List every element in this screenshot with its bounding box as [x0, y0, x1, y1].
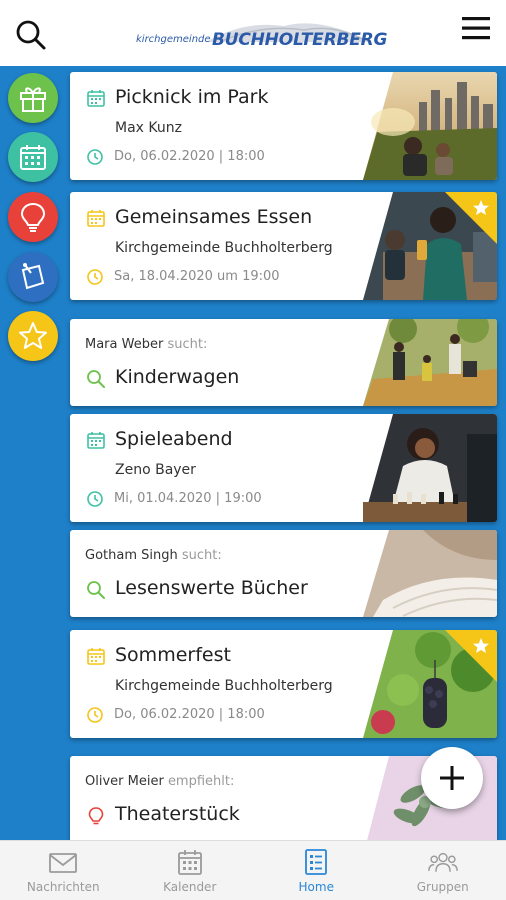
calendar-icon [87, 432, 105, 449]
event-image-park [363, 72, 497, 180]
event-title: Picknick im Park [115, 86, 269, 108]
add-fab-button[interactable] [421, 747, 483, 809]
sidebar-calendar-button[interactable] [8, 132, 58, 182]
event-organizer: Kirchgemeinde Buchholterberg [115, 240, 333, 256]
clock-icon [87, 707, 103, 723]
hamburger-menu-icon[interactable] [460, 14, 492, 42]
tab-nachrichten[interactable]: Nachrichten [0, 841, 127, 900]
search-title: Lesenswerte Bücher [115, 577, 308, 599]
app-header: kirchgemeinde BUCHHOLTERBERG [0, 0, 506, 66]
search-card[interactable]: Gotham Singh sucht: Lesenswerte Bücher [70, 530, 497, 617]
event-card[interactable]: Spieleabend Zeno Bayer Mi, 01.04.2020 | … [70, 414, 497, 522]
calendar-icon [87, 648, 105, 665]
search-icon [87, 370, 105, 388]
lightbulb-icon [20, 202, 46, 232]
sidebar-note-button[interactable] [8, 252, 58, 302]
search-title: Kinderwagen [115, 366, 240, 388]
gift-icon [20, 87, 46, 112]
app-logo: kirchgemeinde BUCHHOLTERBERG [134, 16, 387, 54]
calendar-icon [87, 90, 105, 107]
search-person-line: Gotham Singh sucht: [85, 548, 222, 563]
search-verb: sucht: [181, 548, 222, 563]
calendar-icon [177, 850, 202, 875]
tab-home[interactable]: Home [253, 841, 380, 900]
event-image-chess [363, 414, 497, 522]
person-name: Mara Weber [85, 337, 164, 352]
event-title: Sommerfest [115, 644, 231, 666]
event-organizer: Max Kunz [115, 120, 182, 136]
event-date: Do, 06.02.2020 | 18:00 [114, 149, 265, 164]
group-icon [427, 852, 458, 872]
search-person-line: Mara Weber sucht: [85, 337, 207, 352]
event-title: Gemeinsames Essen [115, 206, 313, 228]
event-date: Do, 06.02.2020 | 18:00 [114, 707, 265, 722]
tab-label: Gruppen [416, 880, 469, 894]
list-icon [305, 849, 328, 875]
tab-label: Nachrichten [26, 880, 100, 894]
event-date: Sa, 18.04.2020 um 19:00 [114, 269, 280, 284]
event-card[interactable]: Gemeinsames Essen Kirchgemeinde Buchholt… [70, 192, 497, 300]
bottom-tab-bar: Nachrichten Kalender Home Gruppen [0, 840, 506, 900]
person-name: Gotham Singh [85, 548, 178, 563]
event-date: Mi, 01.04.2020 | 19:00 [114, 491, 262, 506]
search-icon [87, 581, 105, 599]
sticky-note-icon [21, 263, 45, 290]
calendar-icon [87, 210, 105, 227]
home-feed: Picknick im Park Max Kunz Do, 06.02.2020… [0, 66, 506, 840]
plus-icon [440, 766, 464, 790]
logo-small-text: kirchgemeinde [136, 34, 211, 45]
event-title: Spieleabend [115, 428, 233, 450]
search-image-family [363, 319, 497, 406]
clock-icon [87, 149, 103, 165]
tab-gruppen[interactable]: Gruppen [380, 841, 506, 900]
search-icon[interactable] [14, 18, 48, 52]
sidebar-idea-button[interactable] [8, 192, 58, 242]
event-card[interactable]: Picknick im Park Max Kunz Do, 06.02.2020… [70, 72, 497, 180]
search-card[interactable]: Mara Weber sucht: Kinderwagen [70, 319, 497, 406]
calendar-icon [20, 145, 46, 170]
event-card[interactable]: Sommerfest Kirchgemeinde Buchholterberg … [70, 630, 497, 738]
recommend-verb: empfiehlt: [167, 774, 235, 789]
clock-icon [87, 491, 103, 507]
featured-badge [445, 192, 497, 244]
sidebar-star-button[interactable] [8, 311, 58, 361]
recommend-title: Theaterstück [115, 803, 240, 825]
sidebar-gift-button[interactable] [8, 73, 58, 123]
recommend-person-line: Oliver Meier empfiehlt: [85, 774, 234, 789]
logo-big-text: BUCHHOLTERBERG [212, 30, 388, 50]
tab-label: Home [298, 880, 334, 894]
person-name: Oliver Meier [85, 774, 164, 789]
featured-badge [445, 630, 497, 682]
tab-kalender[interactable]: Kalender [127, 841, 254, 900]
lightbulb-icon [88, 807, 104, 825]
star-icon [19, 322, 47, 349]
search-image-book [363, 530, 497, 617]
envelope-icon [49, 853, 78, 873]
event-organizer: Kirchgemeinde Buchholterberg [115, 678, 333, 694]
clock-icon [87, 269, 103, 285]
event-organizer: Zeno Bayer [115, 462, 196, 478]
tab-label: Kalender [163, 880, 217, 894]
search-verb: sucht: [167, 337, 208, 352]
